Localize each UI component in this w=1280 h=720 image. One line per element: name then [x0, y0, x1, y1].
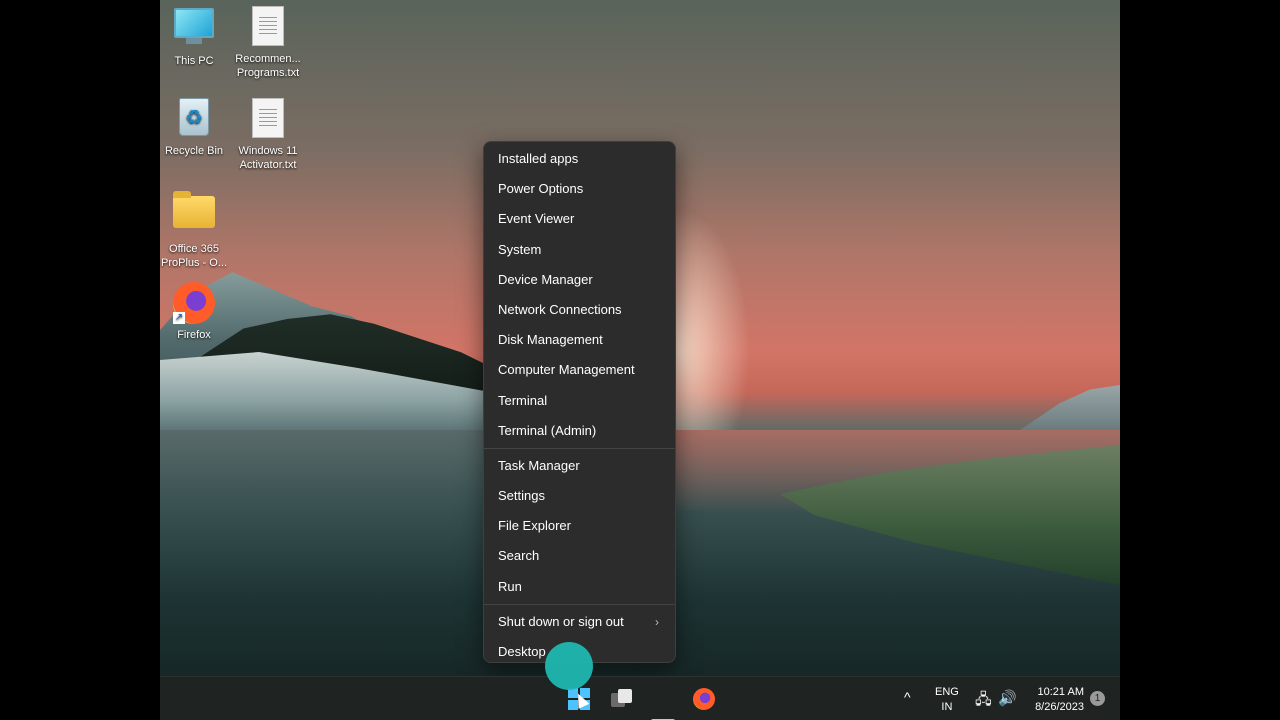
taskbar: ^ ENG IN 🖧 🔊 10:21 AM 8/26/2023 1 [160, 676, 1120, 720]
menu-item-computer-management[interactable]: Computer Management [484, 355, 675, 385]
firefox-icon: ↗ [173, 282, 215, 324]
menu-item-terminal-admin[interactable]: Terminal (Admin) [484, 416, 675, 446]
menu-item-power-options[interactable]: Power Options [484, 174, 675, 204]
desktop-icon-label: This PC [174, 55, 214, 67]
menu-item-file-explorer[interactable]: File Explorer [484, 511, 675, 541]
menu-item-task-manager[interactable]: Task Manager [484, 451, 675, 481]
computer-icon [173, 8, 215, 50]
menu-item-terminal[interactable]: Terminal [484, 386, 675, 416]
menu-separator [484, 603, 675, 605]
file-explorer-icon[interactable] [649, 713, 677, 720]
menu-item-system[interactable]: System [484, 235, 675, 265]
firefox-icon[interactable] [690, 685, 718, 713]
menu-item-event-viewer[interactable]: Event Viewer [484, 204, 675, 234]
language-indicator[interactable]: ENG IN [935, 685, 959, 720]
menu-item-settings[interactable]: Settings [484, 481, 675, 511]
notification-badge[interactable]: 1 [1090, 691, 1105, 706]
menu-item-installed-apps[interactable]: Installed apps [484, 144, 675, 174]
desktop-icon-firefox[interactable]: ↗ Firefox [160, 282, 232, 342]
text-file-icon [247, 98, 289, 140]
language-region: IN [941, 701, 953, 713]
desktop-icon-office-365[interactable]: Office 365 ProPlus - O... [160, 190, 232, 270]
menu-item-run[interactable]: Run [484, 572, 675, 602]
desktop-icon-windows-activator[interactable]: Windows 11 Activator.txt [230, 98, 306, 172]
winx-context-menu: Installed apps Power Options Event Viewe… [483, 141, 676, 663]
shortcut-arrow-icon: ↗ [173, 312, 185, 324]
desktop-icon-this-pc[interactable]: This PC [160, 6, 232, 68]
chevron-right-icon: › [655, 614, 659, 629]
text-file-icon [247, 6, 289, 48]
clock-time: 10:21 AM [1037, 686, 1084, 698]
folder-icon [173, 191, 215, 238]
language-code: ENG [935, 686, 959, 698]
desktop-icon-label: Office 365 ProPlus - O... [160, 243, 228, 269]
menu-item-label: Shut down or sign out [498, 613, 624, 629]
menu-separator [484, 447, 675, 449]
desktop-icon-label: Windows 11 Activator.txt [238, 145, 298, 171]
volume-icon[interactable]: 🔊 [998, 689, 1017, 720]
menu-item-shut-down[interactable]: Shut down or sign out › [484, 607, 675, 637]
clock-date: 8/26/2023 [1035, 701, 1084, 713]
desktop-icon-label: Recycle Bin [164, 145, 224, 157]
desktop-icon-label: Recommen... Programs.txt [235, 53, 301, 79]
recycle-bin-icon: ♻ [173, 98, 215, 140]
desktop-icon-label: Firefox [177, 329, 211, 341]
task-view-icon[interactable] [608, 685, 636, 713]
network-icon[interactable]: 🖧 [975, 689, 992, 720]
menu-item-disk-management[interactable]: Disk Management [484, 325, 675, 355]
desktop-screen: This PC Recommen... Programs.txt ♻ Recyc… [160, 0, 1120, 720]
desktop-icon-recycle-bin[interactable]: ♻ Recycle Bin [160, 98, 232, 158]
click-highlight [545, 642, 593, 690]
menu-item-search[interactable]: Search [484, 541, 675, 571]
show-hidden-icons-chevron-icon[interactable]: ^ [904, 689, 911, 720]
clock[interactable]: 10:21 AM 8/26/2023 [1030, 685, 1084, 720]
menu-item-network-connections[interactable]: Network Connections [484, 295, 675, 325]
menu-item-device-manager[interactable]: Device Manager [484, 265, 675, 295]
desktop-icon-recommended-programs[interactable]: Recommen... Programs.txt [230, 6, 306, 80]
